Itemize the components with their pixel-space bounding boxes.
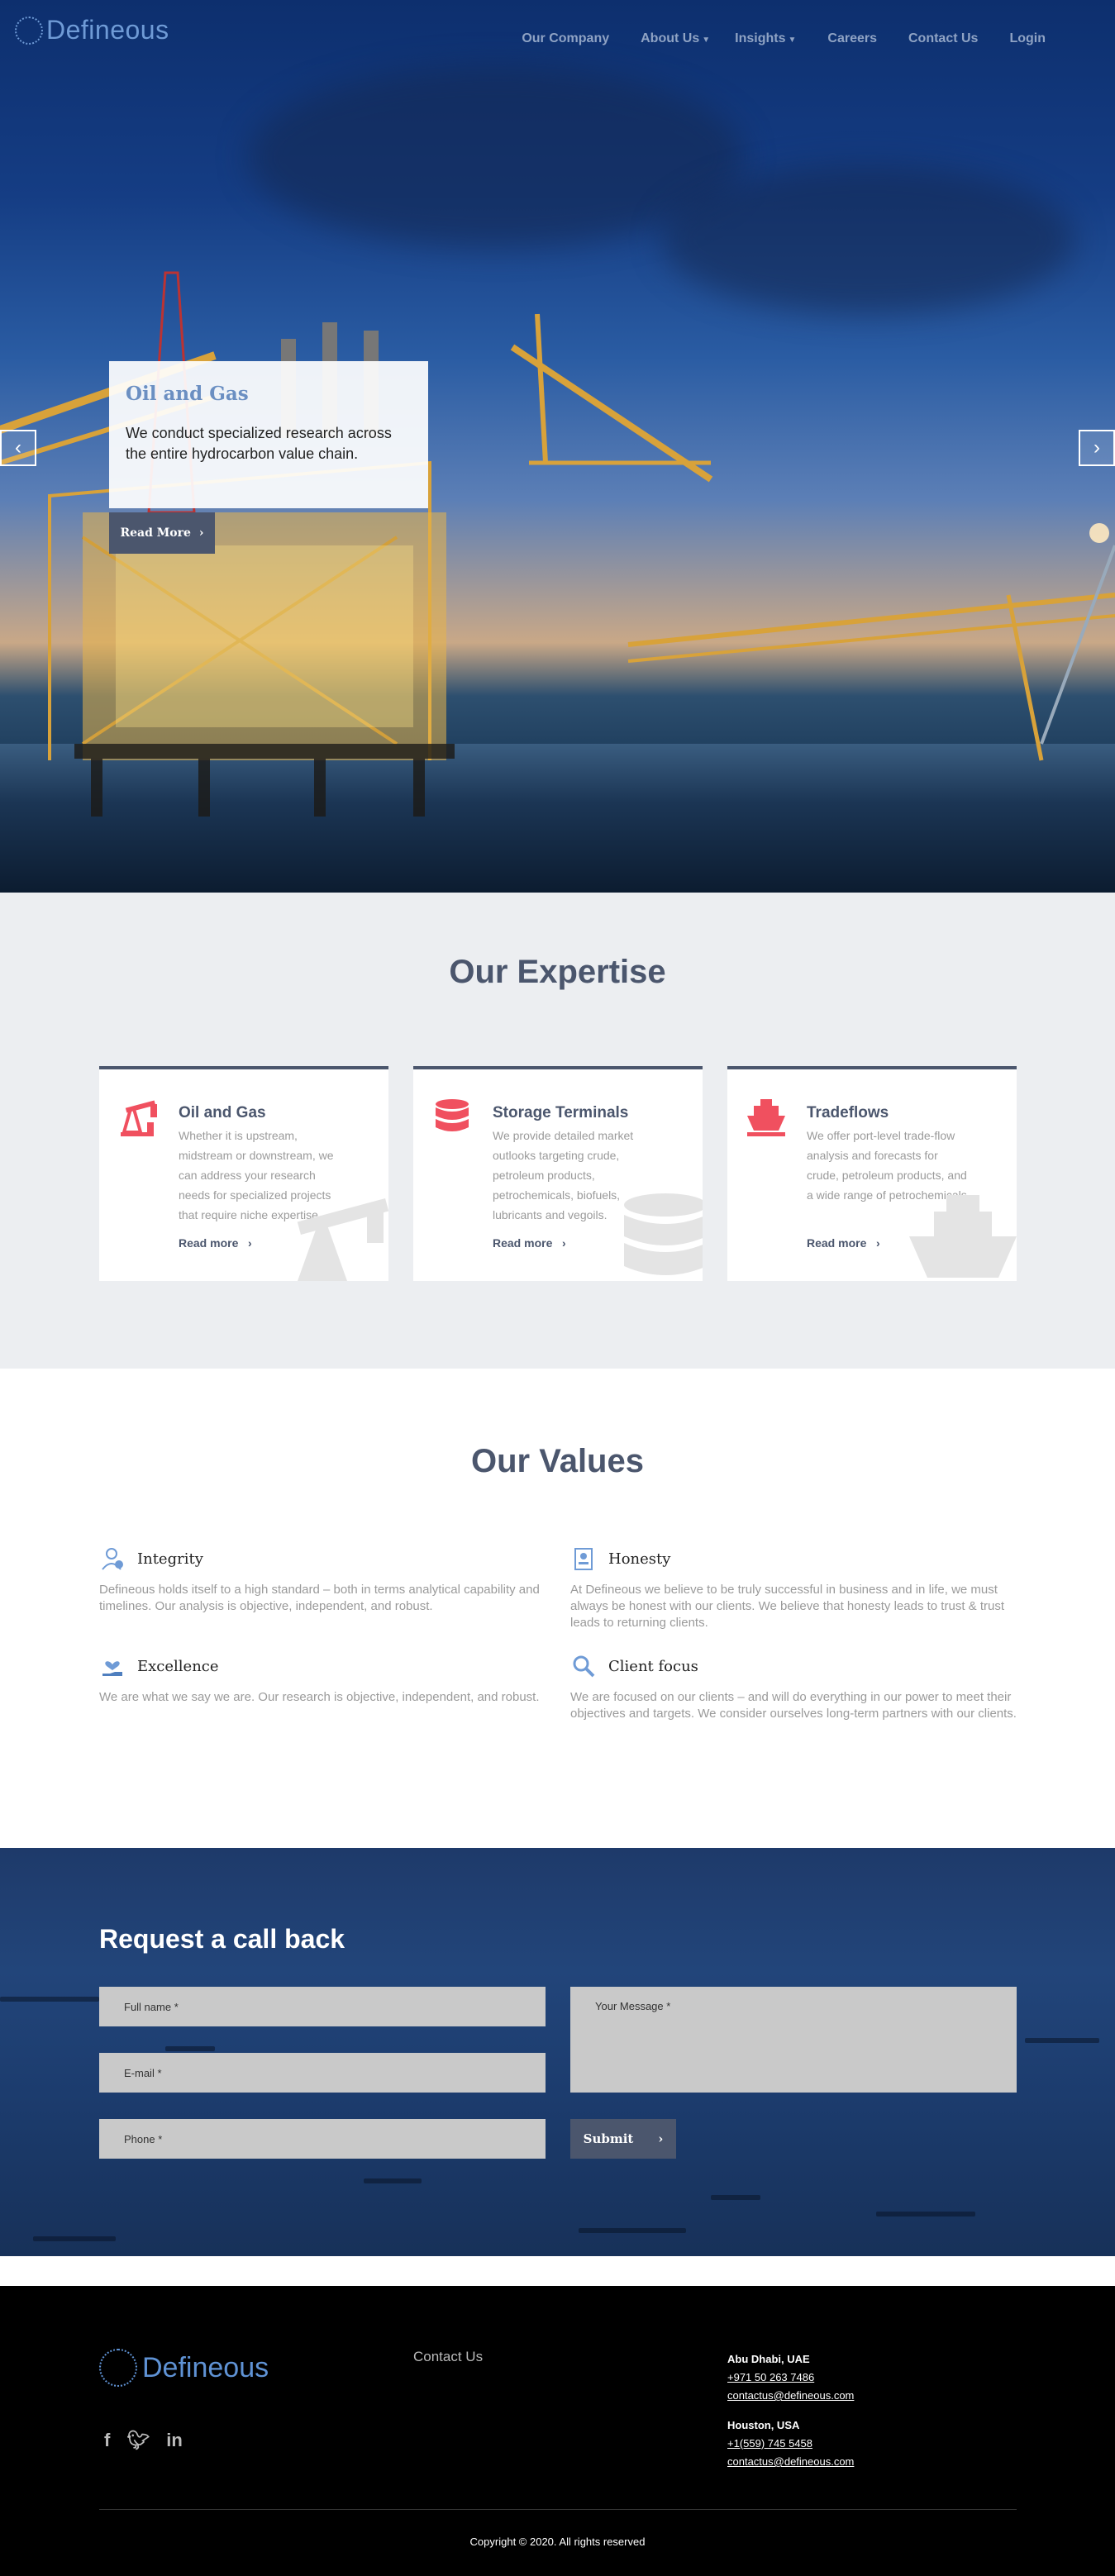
user-check-icon [99,1545,126,1572]
chevron-right-icon: › [198,526,204,540]
card-read-more-link[interactable]: Read more › [807,1236,880,1250]
office-phone-link[interactable]: +971 50 263 7486 [727,2369,854,2387]
ship-watermark-icon [909,1195,1017,1278]
social-links: f 🐦︎ in [104,2430,183,2451]
background-ship [0,1997,99,2002]
value-title: Excellence [137,1657,219,1675]
footer-divider [99,2509,1017,2510]
email-field[interactable]: E-mail * [99,2053,546,2093]
search-icon [570,1653,597,1679]
nav-item-contact-us[interactable]: Contact Us [908,31,978,46]
slide-text: We conduct specialized research across t… [126,425,392,462]
footer-logo[interactable]: Defineous [99,2349,269,2387]
background-ship [364,2178,422,2183]
read-more-label: Read More [120,526,191,540]
database-icon [436,1099,469,1131]
id-badge-icon [570,1545,597,1572]
oil-pump-icon [121,1100,157,1136]
caret-down-icon: ▼ [788,36,797,45]
value-title: Integrity [137,1550,203,1568]
callback-title: Request a call back [99,1924,345,1954]
brand-logo[interactable]: Defineous [15,15,169,45]
database-watermark-icon [624,1193,703,1275]
office-email-link[interactable]: contactus@defineous.com [727,2387,854,2405]
ship-icon [747,1099,785,1136]
message-field[interactable]: Your Message * [570,1987,1017,2093]
card-title: Tradeflows [807,1104,889,1121]
brand-name: Defineous [46,15,169,45]
facebook-icon[interactable]: f [104,2430,110,2451]
nav-item-about-us[interactable]: About Us ▼ [641,31,710,46]
hero-slider: Defineous Our Company About Us ▼ Insights… [0,0,1115,893]
card-read-more-link[interactable]: Read more › [493,1236,566,1250]
logo-mark-icon [99,2349,137,2387]
full-name-field[interactable]: Full name * [99,1987,546,2026]
office-city: Abu Dhabi, UAE [727,2353,810,2365]
values-title: Our Values [471,1443,644,1479]
value-item-integrity: Integrity Defineous holds itself to a hi… [99,1545,554,1615]
oil-pump-watermark-icon [297,1198,388,1281]
footer-brand-name: Defineous [142,2351,269,2383]
footer-offices: Abu Dhabi, UAE +971 50 263 7486 contactu… [727,2350,854,2471]
card-read-more-link[interactable]: Read more › [179,1236,252,1250]
background-ship [579,2228,686,2233]
submit-label: Submit [583,2131,634,2146]
spacer [0,2256,1115,2286]
nav-item-careers[interactable]: Careers [827,31,877,46]
value-description: We are focused on our clients – and will… [570,1690,1017,1721]
value-item-client-focus: Client focus We are focused on our clien… [570,1653,1025,1722]
card-title: Oil and Gas [179,1104,266,1121]
expertise-card-storage-terminals: Storage Terminals We provide detailed ma… [413,1066,703,1281]
value-description: At Defineous we believe to be truly succ… [570,1583,1004,1630]
slider-next-button[interactable]: › [1079,430,1115,466]
expertise-card-oil-gas: Oil and Gas Whether it is upstream, mids… [99,1066,388,1281]
office-city: Houston, USA [727,2419,800,2431]
value-title: Client focus [608,1657,698,1675]
slide-caption: Oil and Gas We conduct specialized resea… [109,361,428,508]
expertise-section: Our Expertise Oil and Gas Whether it is … [0,893,1115,1369]
main-nav: Our Company About Us ▼ Insights ▼ Careers … [490,31,1046,46]
value-item-excellence: Excellence We are what we say we are. Ou… [99,1653,554,1706]
copyright-text: Copyright © 2020. All rights reserved [469,2536,646,2548]
office-phone-link[interactable]: +1(559) 745 5458 [727,2435,854,2453]
footer-contact-link[interactable]: Contact Us [413,2349,483,2365]
submit-button[interactable]: Submit › [570,2119,676,2159]
value-title: Honesty [608,1550,671,1568]
expertise-title: Our Expertise [449,954,666,990]
background-ship [33,2236,116,2241]
slide-title: Oil and Gas [126,383,249,405]
background-ship [165,2046,215,2051]
nav-item-insights[interactable]: Insights ▼ [735,31,796,46]
background-ship [711,2195,760,2200]
logo-mark-icon [15,16,43,45]
value-description: Defineous holds itself to a high standar… [99,1583,540,1613]
value-description: We are what we say we are. Our research … [99,1690,540,1704]
slider-prev-button[interactable]: ‹ [0,430,36,466]
nav-item-our-company[interactable]: Our Company [522,31,609,46]
background-ship [876,2212,975,2217]
card-title: Storage Terminals [493,1104,629,1121]
value-item-honesty: Honesty At Defineous we believe to be tr… [570,1545,1025,1631]
linkedin-icon[interactable]: in [166,2430,183,2451]
nav-item-login[interactable]: Login [1009,31,1046,46]
chevron-left-icon: ‹ [15,436,21,459]
expertise-card-tradeflows: Tradeflows We offer port-level trade-flo… [727,1066,1017,1281]
chevron-right-icon: › [1094,436,1100,459]
office-email-link[interactable]: contactus@defineous.com [727,2453,854,2471]
caret-down-icon: ▼ [702,36,711,45]
read-more-button[interactable]: Read More › [109,512,215,554]
values-section: Our Values Integrity Defineous holds its… [0,1369,1115,1848]
chevron-right-icon: › [658,2131,664,2146]
hand-heart-icon [99,1653,126,1679]
footer: Defineous f 🐦︎ in Contact Us Abu Dhabi, … [0,2286,1115,2576]
callback-section: Request a call back Full name * E-mail *… [0,1848,1115,2256]
twitter-icon[interactable]: 🐦︎ [126,2430,150,2451]
phone-field[interactable]: Phone * [99,2119,546,2159]
background-ship [1025,2038,1099,2043]
